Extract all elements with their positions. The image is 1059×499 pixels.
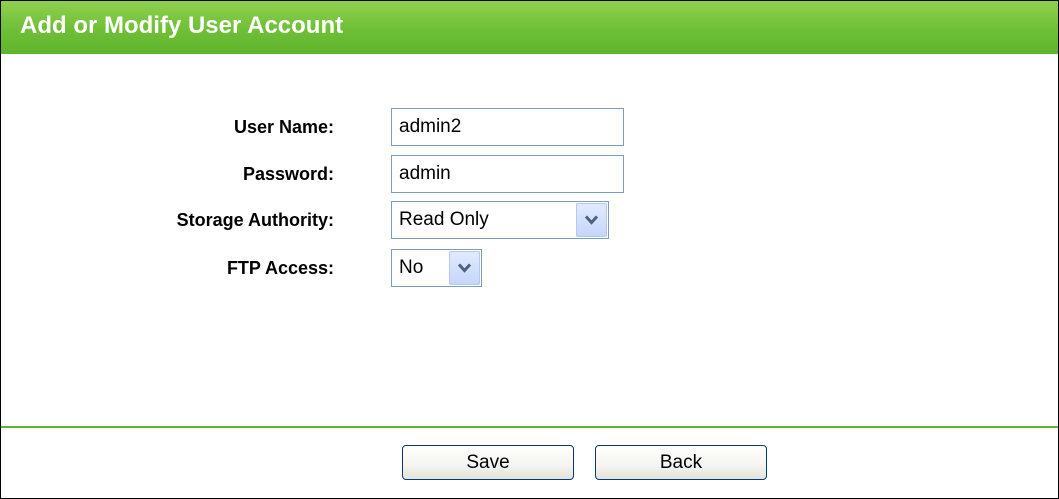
password-label: Password: [242,164,334,184]
footer-divider [1,426,1058,428]
storage-authority-label: Storage Authority: [176,210,334,230]
user-account-panel: Add or Modify User Account User Name: Pa… [0,0,1059,499]
title-bar: Add or Modify User Account [1,1,1058,54]
back-button[interactable]: Back [595,445,767,480]
page-title: Add or Modify User Account [20,12,344,39]
username-input[interactable] [391,108,624,146]
storage-authority-selected: Read Only [399,209,489,230]
password-input[interactable] [391,155,624,193]
ftp-access-selected: No [399,257,424,278]
save-button[interactable]: Save [402,445,574,480]
ftp-access-select[interactable]: No [391,249,482,287]
ftp-access-label: FTP Access: [226,258,334,278]
username-label: User Name: [233,117,334,137]
chevron-down-icon[interactable] [449,251,480,285]
storage-authority-select[interactable]: Read Only [391,201,609,239]
chevron-down-icon[interactable] [576,203,607,237]
